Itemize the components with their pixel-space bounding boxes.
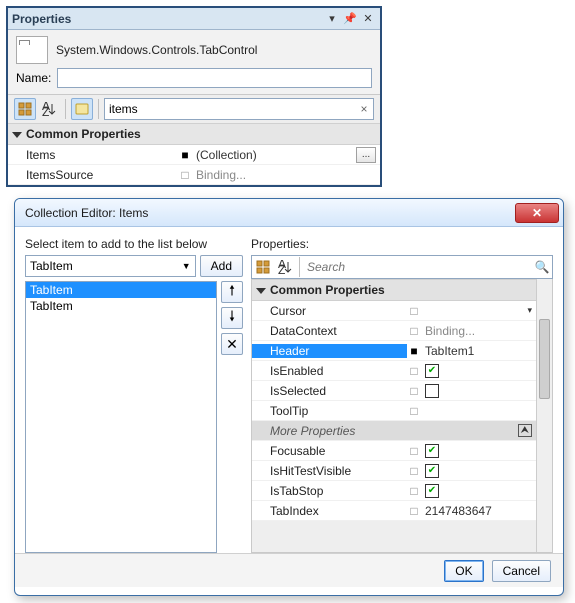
pin-icon[interactable]: 📌 [342,11,358,27]
clear-search-button[interactable]: × [355,102,373,116]
property-row-isenabled: IsEnabled □ ✔ [252,361,536,381]
property-row-ishittestvisible: IsHitTestVisible □ ✔ [252,461,536,481]
scrollbar-thumb[interactable] [539,319,550,399]
vertical-scrollbar[interactable] [536,279,552,552]
events-button[interactable] [71,98,93,120]
add-instruction: Select item to add to the list below [25,237,243,251]
properties-panel: Properties ▾ 📌 ✕ System.Windows.Controls… [6,6,382,187]
svg-text:Z: Z [278,263,285,274]
dialog-title: Collection Editor: Items [25,206,148,220]
property-row-tooltip: ToolTip □ [252,401,536,421]
dropdown-icon[interactable]: ▾ [324,11,340,27]
section-label: Common Properties [26,127,141,141]
checkbox-checked-icon: ✔ [425,364,439,378]
items-edit-button[interactable]: ... [356,147,376,163]
property-row-cursor: Cursor □ ▾ [252,301,536,321]
dialog-titlebar[interactable]: Collection Editor: Items ✕ [15,199,563,227]
collection-editor-dialog: Collection Editor: Items ✕ Select item t… [14,198,564,596]
properties-titlebar[interactable]: Properties ▾ 📌 ✕ [8,8,380,30]
categorized-view-button[interactable] [14,98,36,120]
checkbox-checked-icon: ✔ [425,444,439,458]
property-row-istabstop: IsTabStop □ ✔ [252,481,536,501]
property-row-focusable: Focusable □ ✔ [252,441,536,461]
property-row-items: Items ■ (Collection) ... [8,145,380,165]
close-icon[interactable]: ✕ [360,11,376,27]
properties-label: Properties: [251,237,553,251]
property-row-tabindex: TabIndex □ 2147483647 [252,501,536,521]
item-type-combo[interactable]: TabItem ▼ [25,255,196,277]
svg-text:Z: Z [42,105,49,116]
move-up-button[interactable]: 🠕 [221,281,243,303]
chevron-down-icon [12,132,22,138]
move-down-button[interactable]: 🠗 [221,307,243,329]
name-input[interactable] [57,68,372,88]
alpha-sort-button[interactable]: AZ [274,256,296,278]
section-common-properties[interactable]: Common Properties [8,123,380,145]
property-row-header: Header ■ TabItem1 [252,341,536,361]
property-search-input[interactable] [105,102,355,116]
property-row-datacontext: DataContext □ Binding... [252,321,536,341]
alpha-sort-button[interactable]: AZ [38,98,60,120]
checkbox-unchecked-icon [425,384,439,398]
add-button[interactable]: Add [200,255,243,277]
chevron-down-icon [256,288,266,294]
search-icon[interactable]: 🔍 [532,260,552,274]
list-item[interactable]: TabItem [26,282,216,298]
categorized-view-button[interactable] [252,256,274,278]
checkbox-checked-icon: ✔ [425,484,439,498]
chevron-down-icon: ▼ [182,261,191,271]
section-common-properties[interactable]: Common Properties [252,279,536,301]
name-label: Name: [16,71,51,85]
property-row-isselected: IsSelected □ [252,381,536,401]
object-type: System.Windows.Controls.TabControl [56,43,257,57]
delete-button[interactable]: ✕ [221,333,243,355]
dialog-close-button[interactable]: ✕ [515,203,559,223]
items-listbox[interactable]: TabItem TabItem [25,281,217,553]
property-row-itemssource: ItemsSource □ Binding... [8,165,380,185]
property-search-input[interactable] [303,260,532,274]
properties-title: Properties [12,12,71,26]
ok-button[interactable]: OK [444,560,483,582]
more-properties-row[interactable]: More Properties ⮝ [252,421,536,441]
object-thumbnail [16,36,48,64]
cancel-button[interactable]: Cancel [492,560,551,582]
checkbox-checked-icon: ✔ [425,464,439,478]
expand-icon: ⮝ [518,424,533,437]
list-item[interactable]: TabItem [26,298,216,314]
